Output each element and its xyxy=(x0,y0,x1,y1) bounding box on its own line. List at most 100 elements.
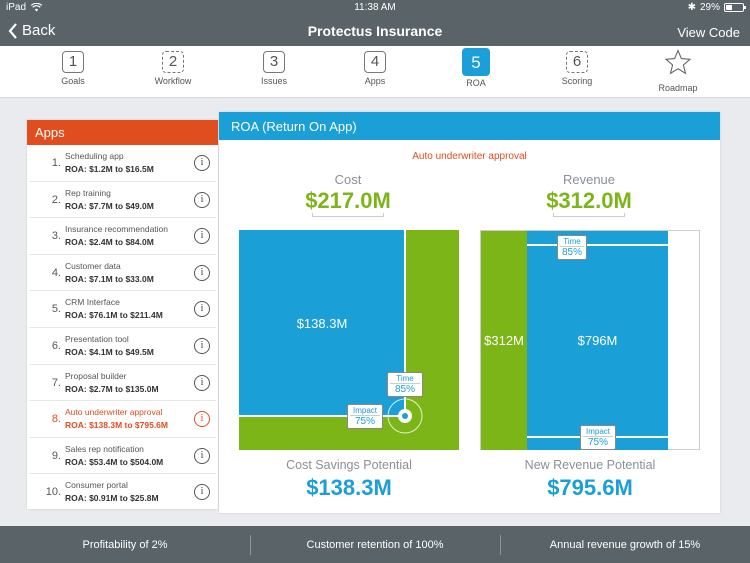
item-index: 9. xyxy=(51,449,61,462)
list-item[interactable]: 4. Customer data ROA: $7.1M to $33.0M i xyxy=(29,255,216,292)
cost-inner-value: $138.3M xyxy=(296,316,348,331)
info-icon[interactable]: i xyxy=(194,155,210,171)
info-icon[interactable]: i xyxy=(194,228,210,245)
revenue-underline xyxy=(553,213,625,217)
tab-workflow[interactable]: 2 Workflow xyxy=(138,51,208,86)
app-roa: ROA: $2.7M to $135.0M xyxy=(65,383,159,394)
cost-underline xyxy=(312,213,384,217)
revenue-time-tag[interactable]: Time 85% xyxy=(557,235,587,260)
list-item[interactable]: 9. Sales rep notification ROA: $53.4M to $… xyxy=(29,438,216,475)
info-icon[interactable]: i xyxy=(194,337,210,354)
time-tag-value: 85% xyxy=(390,383,420,395)
info-icon[interactable]: i xyxy=(194,374,210,391)
app-roa: ROA: $2.4M to $84.0M xyxy=(65,237,154,248)
time-tag-label: Time xyxy=(396,374,414,383)
app-name: Sales rep notification xyxy=(65,443,144,454)
tab-goals[interactable]: 1 Goals xyxy=(38,51,108,86)
item-index: 1. xyxy=(51,157,61,169)
tab-scoring[interactable]: 6 Scoring xyxy=(542,51,612,86)
tab-issues[interactable]: 3 Issues xyxy=(239,51,309,86)
cost-chart: $138.3M Time 85% Impact 75% xyxy=(239,230,459,450)
list-item[interactable]: 5. CRM Interface ROA: $76.1M to $211.4M i xyxy=(29,291,216,328)
revenue-value: $312.0M xyxy=(546,188,632,213)
list-item[interactable]: 6. Presentation tool ROA: $4.1M to $49.5M i xyxy=(29,328,216,365)
item-index: 6. xyxy=(51,339,61,352)
cost-label: Cost xyxy=(334,172,362,187)
bluetooth-icon: ✱ xyxy=(687,2,696,13)
apps-title: Apps xyxy=(27,120,218,145)
revenue-inner-value: $796M xyxy=(577,333,618,348)
step-number: 2 xyxy=(162,51,184,73)
nav-bar: Back Protectus Insurance View Code xyxy=(0,16,750,46)
revenue-left-value: $312M xyxy=(484,333,524,348)
retention-text: Customer retention of 100% xyxy=(306,539,444,551)
impact-tag-value: 75% xyxy=(350,415,380,427)
step-number: 4 xyxy=(364,51,386,73)
cost-time-tag[interactable]: Time 85% xyxy=(387,372,423,397)
app-roa: ROA: $7.1M to $33.0M xyxy=(65,273,154,284)
step-label: Apps xyxy=(364,76,386,86)
cost-savings-value: $138.3M xyxy=(306,475,392,500)
roa-panel: ROA (Return On App) Auto underwriter app… xyxy=(219,112,720,513)
view-code-button[interactable]: View Code xyxy=(677,25,740,40)
cost-handle[interactable] xyxy=(385,396,425,436)
cost-savings-label: Cost Savings Potential xyxy=(286,458,412,472)
info-icon[interactable]: i xyxy=(194,484,210,501)
list-item[interactable]: 3. Insurance recommendation ROA: $2.4M to … xyxy=(29,218,216,255)
time-tag-value: 85% xyxy=(560,246,584,258)
star-icon xyxy=(664,49,692,75)
item-index: 3. xyxy=(51,230,61,243)
battery-percent: 29% xyxy=(699,2,720,13)
item-index: 4. xyxy=(51,266,61,279)
step-number: 1 xyxy=(62,51,84,73)
app-list: 1. Scheduling app ROA: $1.2M to $16.5M i 2. R… xyxy=(27,145,218,511)
app-name: Presentation tool xyxy=(65,333,129,344)
step-label: Goals xyxy=(61,76,85,86)
step-label: Scoring xyxy=(561,76,593,86)
revenue-label: Revenue xyxy=(562,172,616,187)
app-roa: ROA: $76.1M to $211.4M xyxy=(65,310,163,321)
impact-tag-label: Impact xyxy=(585,427,610,436)
app-roa: ROA: $0.91M to $25.8M xyxy=(65,493,159,504)
revenue-impact-tag[interactable]: Impact 75% xyxy=(580,425,616,450)
info-icon[interactable]: i xyxy=(194,264,210,281)
info-icon[interactable]: i xyxy=(194,411,210,428)
step-number: 6 xyxy=(566,51,588,73)
app-name: Customer data xyxy=(65,260,121,271)
app-roa: ROA: $138.3M to $795.6M xyxy=(65,420,168,431)
tab-roadmap[interactable]: Roadmap xyxy=(643,49,713,93)
page-title: Protectus Insurance xyxy=(307,23,443,39)
profitability-text: Profitability of 2% xyxy=(82,539,168,551)
app-roa: ROA: $53.4M to $504.0M xyxy=(65,456,164,467)
app-name: Proposal builder xyxy=(65,370,127,381)
list-item[interactable]: 8. Auto underwriter approval ROA: $138.3M … xyxy=(29,401,216,438)
app-name: Scheduling app xyxy=(65,151,124,161)
info-icon[interactable]: i xyxy=(194,301,210,318)
list-item[interactable]: 1. Scheduling app ROA: $1.2M to $16.5M i xyxy=(29,145,216,182)
time-tag-label: Time xyxy=(563,237,581,246)
app-name: CRM Interface xyxy=(65,297,120,308)
app-roa: ROA: $7.7M to $49.0M xyxy=(65,200,154,211)
step-label: Workflow xyxy=(154,76,192,86)
tab-roa[interactable]: 5 ROA xyxy=(441,48,511,88)
step-number: 3 xyxy=(263,51,285,73)
item-index: 8. xyxy=(51,413,61,426)
apps-panel: Apps 1. Scheduling app ROA: $1.2M to $16.5… xyxy=(27,120,218,511)
list-item[interactable]: 7. Proposal builder ROA: $2.7M to $135.0M i xyxy=(29,365,216,402)
roa-title: ROA (Return On App) xyxy=(219,112,720,140)
step-number: 5 xyxy=(462,48,490,76)
step-label: Issues xyxy=(260,76,287,86)
cost-impact-tag[interactable]: Impact 75% xyxy=(347,404,383,429)
info-icon[interactable]: i xyxy=(194,191,210,208)
revenue-growth-text: Annual revenue growth of 15% xyxy=(549,539,701,551)
list-item[interactable]: 10. Consumer portal ROA: $0.91M to $25.8M i xyxy=(29,474,216,511)
item-index: 7. xyxy=(51,376,61,389)
item-index: 5. xyxy=(51,303,61,316)
list-item[interactable]: 2. Rep training ROA: $7.7M to $49.0M i xyxy=(29,182,216,219)
item-index: 10. xyxy=(45,486,61,499)
info-icon[interactable]: i xyxy=(194,447,210,464)
impact-tag-value: 75% xyxy=(583,436,613,448)
tab-apps[interactable]: 4 Apps xyxy=(340,51,410,86)
app-name: Consumer portal xyxy=(65,480,128,491)
app-roa: ROA: $1.2M to $16.5M xyxy=(65,164,154,174)
